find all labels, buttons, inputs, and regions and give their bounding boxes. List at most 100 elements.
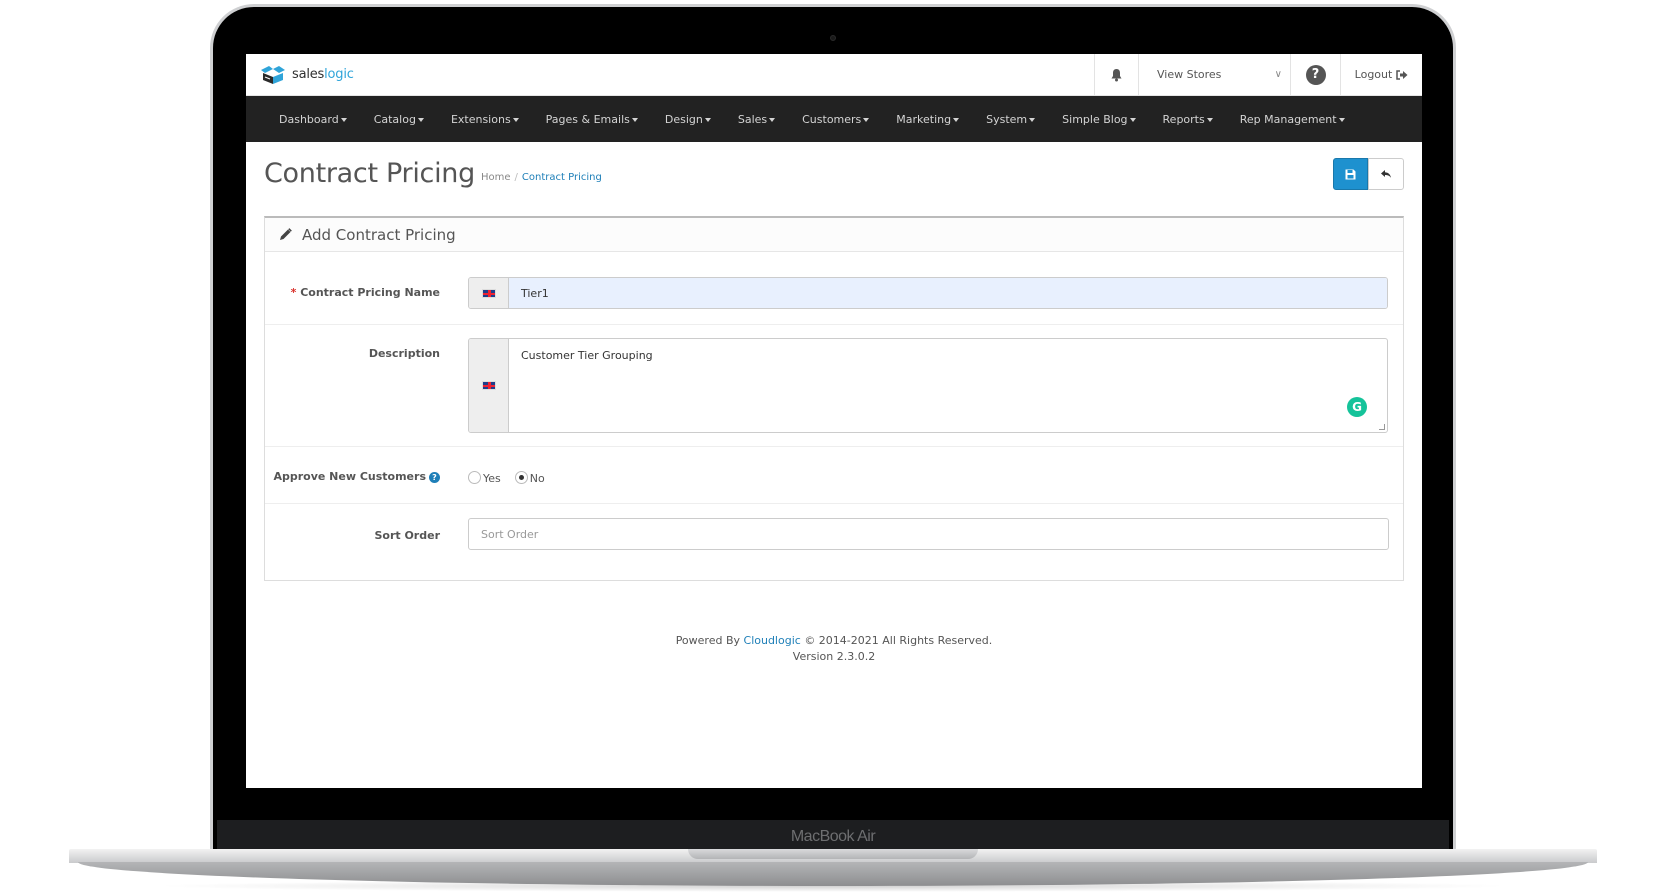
reply-icon — [1381, 170, 1391, 178]
chevron-down-icon: ∨ — [1274, 69, 1282, 80]
footer-version: Version 2.3.0.2 — [792, 650, 876, 663]
top-bar: saleslogic View Stores ∨ ? Logout — [246, 54, 1422, 96]
header-actions — [1333, 158, 1404, 190]
uk-flag-icon — [481, 381, 496, 390]
approve-radio-group: Yes No — [468, 469, 559, 485]
nav-label: Rep Management — [1239, 112, 1337, 126]
nav-reports[interactable]: Reports — [1163, 113, 1213, 126]
brand-name: saleslogic — [292, 67, 354, 82]
copyright-text: © 2014-2021 All Rights Reserved. — [804, 634, 993, 647]
form-row-name: * Contract Pricing Name Tier1 — [265, 252, 1403, 325]
view-stores-dropdown[interactable]: View Stores ∨ — [1138, 54, 1290, 95]
nav-customers[interactable]: Customers — [802, 112, 870, 126]
approve-no-radio[interactable] — [514, 470, 528, 484]
nav-label: Reports — [1162, 112, 1205, 126]
device-label: MacBook Air — [790, 828, 876, 845]
caret-down-icon — [631, 117, 638, 122]
sort-order-input[interactable]: Sort Order — [468, 518, 1389, 550]
nav-extensions[interactable]: Extensions — [451, 113, 519, 126]
view-stores-label: View Stores — [1157, 68, 1222, 81]
panel-title: Add Contract Pricing — [302, 225, 456, 244]
caret-down-icon — [1129, 117, 1136, 122]
cloudlogic-link[interactable]: Cloudlogic — [744, 634, 801, 647]
nav-label: Catalog — [373, 112, 416, 126]
logo[interactable]: saleslogic — [260, 65, 354, 85]
camera-icon — [830, 35, 836, 41]
save-button[interactable] — [1333, 158, 1368, 190]
top-bar-actions: View Stores ∨ ? Logout — [1094, 54, 1422, 95]
uk-flag-icon — [481, 288, 496, 298]
panel-heading: Add Contract Pricing — [265, 218, 1403, 252]
footer-copyright: Powered By Cloudlogic © 2014-2021 All Ri… — [246, 633, 1422, 649]
question-circle-icon[interactable]: ? — [429, 471, 440, 483]
nav-rep-management[interactable]: Rep Management — [1240, 113, 1345, 126]
brand-prefix: sales — [292, 67, 325, 82]
breadcrumb-current[interactable]: Contract Pricing — [522, 172, 602, 183]
contract-pricing-name-label: * Contract Pricing Name — [291, 286, 440, 299]
powered-by-text: Powered By — [675, 634, 741, 647]
page-title: Contract Pricing — [264, 158, 475, 189]
footer: Powered By Cloudlogic © 2014-2021 All Ri… — [246, 633, 1422, 665]
logout-label: Logout — [1354, 68, 1393, 81]
caret-down-icon — [769, 117, 776, 122]
approve-no-label[interactable]: No — [530, 472, 545, 485]
nav-label: Sales — [737, 112, 768, 126]
nav-simple-blog[interactable]: Simple Blog — [1062, 112, 1136, 126]
box-logo-icon — [261, 65, 285, 84]
sign-out-icon — [1396, 69, 1408, 80]
caret-down-icon — [863, 117, 870, 122]
caret-down-icon — [1338, 117, 1345, 122]
approve-yes-label[interactable]: Yes — [483, 472, 501, 485]
help-button[interactable]: ? — [1290, 54, 1340, 95]
nav-design[interactable]: Design — [665, 113, 711, 126]
form-row-description: Description Customer Tier Grouping G — [265, 325, 1403, 447]
pencil-icon — [280, 228, 292, 240]
nav-label: System — [986, 112, 1028, 126]
page-header: Contract Pricing Home / Contract Pricing — [246, 142, 1422, 216]
nav-label: Extensions — [450, 112, 511, 126]
approve-yes-radio[interactable] — [468, 470, 481, 484]
back-button[interactable] — [1368, 158, 1404, 190]
nav-system[interactable]: System — [986, 112, 1036, 126]
caret-down-icon — [512, 117, 519, 122]
notifications-button[interactable] — [1094, 54, 1138, 95]
main-nav: Dashboard Catalog Extensions Pages & Ema… — [246, 96, 1422, 142]
description-group: Customer Tier Grouping G — [468, 338, 1388, 433]
laptop-mockup: MacBook Air saleslogic View Stores ∨ ? L… — [0, 0, 1666, 895]
caret-down-icon — [417, 117, 424, 122]
nav-label: Marketing — [896, 112, 952, 126]
nav-sales[interactable]: Sales — [737, 112, 776, 126]
screen: saleslogic View Stores ∨ ? Logout Dashbo… — [246, 54, 1422, 788]
logout-button[interactable]: Logout — [1340, 54, 1422, 95]
nav-label: Simple Blog — [1062, 112, 1128, 126]
floppy-disk-icon — [1345, 169, 1356, 179]
nav-label: Dashboard — [279, 112, 339, 126]
sort-order-label: Sort Order — [374, 529, 440, 542]
laptop-notch — [688, 849, 978, 859]
language-addon — [469, 278, 509, 308]
nav-pages-emails[interactable]: Pages & Emails — [546, 113, 638, 126]
description-textarea[interactable]: Customer Tier Grouping G — [509, 339, 1387, 432]
nav-catalog[interactable]: Catalog — [374, 113, 424, 126]
nav-dashboard[interactable]: Dashboard — [279, 113, 347, 126]
resize-handle[interactable] — [1379, 424, 1385, 430]
brand-suffix: logic — [324, 67, 354, 82]
caret-down-icon — [1029, 117, 1036, 122]
caret-down-icon — [1206, 117, 1213, 122]
label-text: Contract Pricing Name — [300, 286, 440, 299]
nav-marketing[interactable]: Marketing — [896, 112, 960, 126]
description-text: Customer Tier Grouping — [521, 349, 653, 362]
nav-label: Customers — [802, 112, 862, 126]
nav-label: Design — [664, 112, 703, 126]
breadcrumb-separator: / — [514, 172, 518, 183]
grammarly-icon[interactable]: G — [1347, 397, 1367, 417]
caret-down-icon — [340, 117, 347, 122]
caret-down-icon — [953, 117, 960, 122]
form-row-sort-order: Sort Order Sort Order — [265, 504, 1403, 579]
caret-down-icon — [704, 117, 711, 122]
breadcrumb-home[interactable]: Home — [481, 172, 511, 183]
contract-pricing-name-input[interactable]: Tier1 — [509, 278, 1387, 308]
approve-new-customers-label: Approve New Customers? — [273, 470, 440, 483]
add-contract-pricing-panel: Add Contract Pricing * Contract Pricing … — [264, 216, 1404, 581]
language-addon — [469, 339, 509, 432]
